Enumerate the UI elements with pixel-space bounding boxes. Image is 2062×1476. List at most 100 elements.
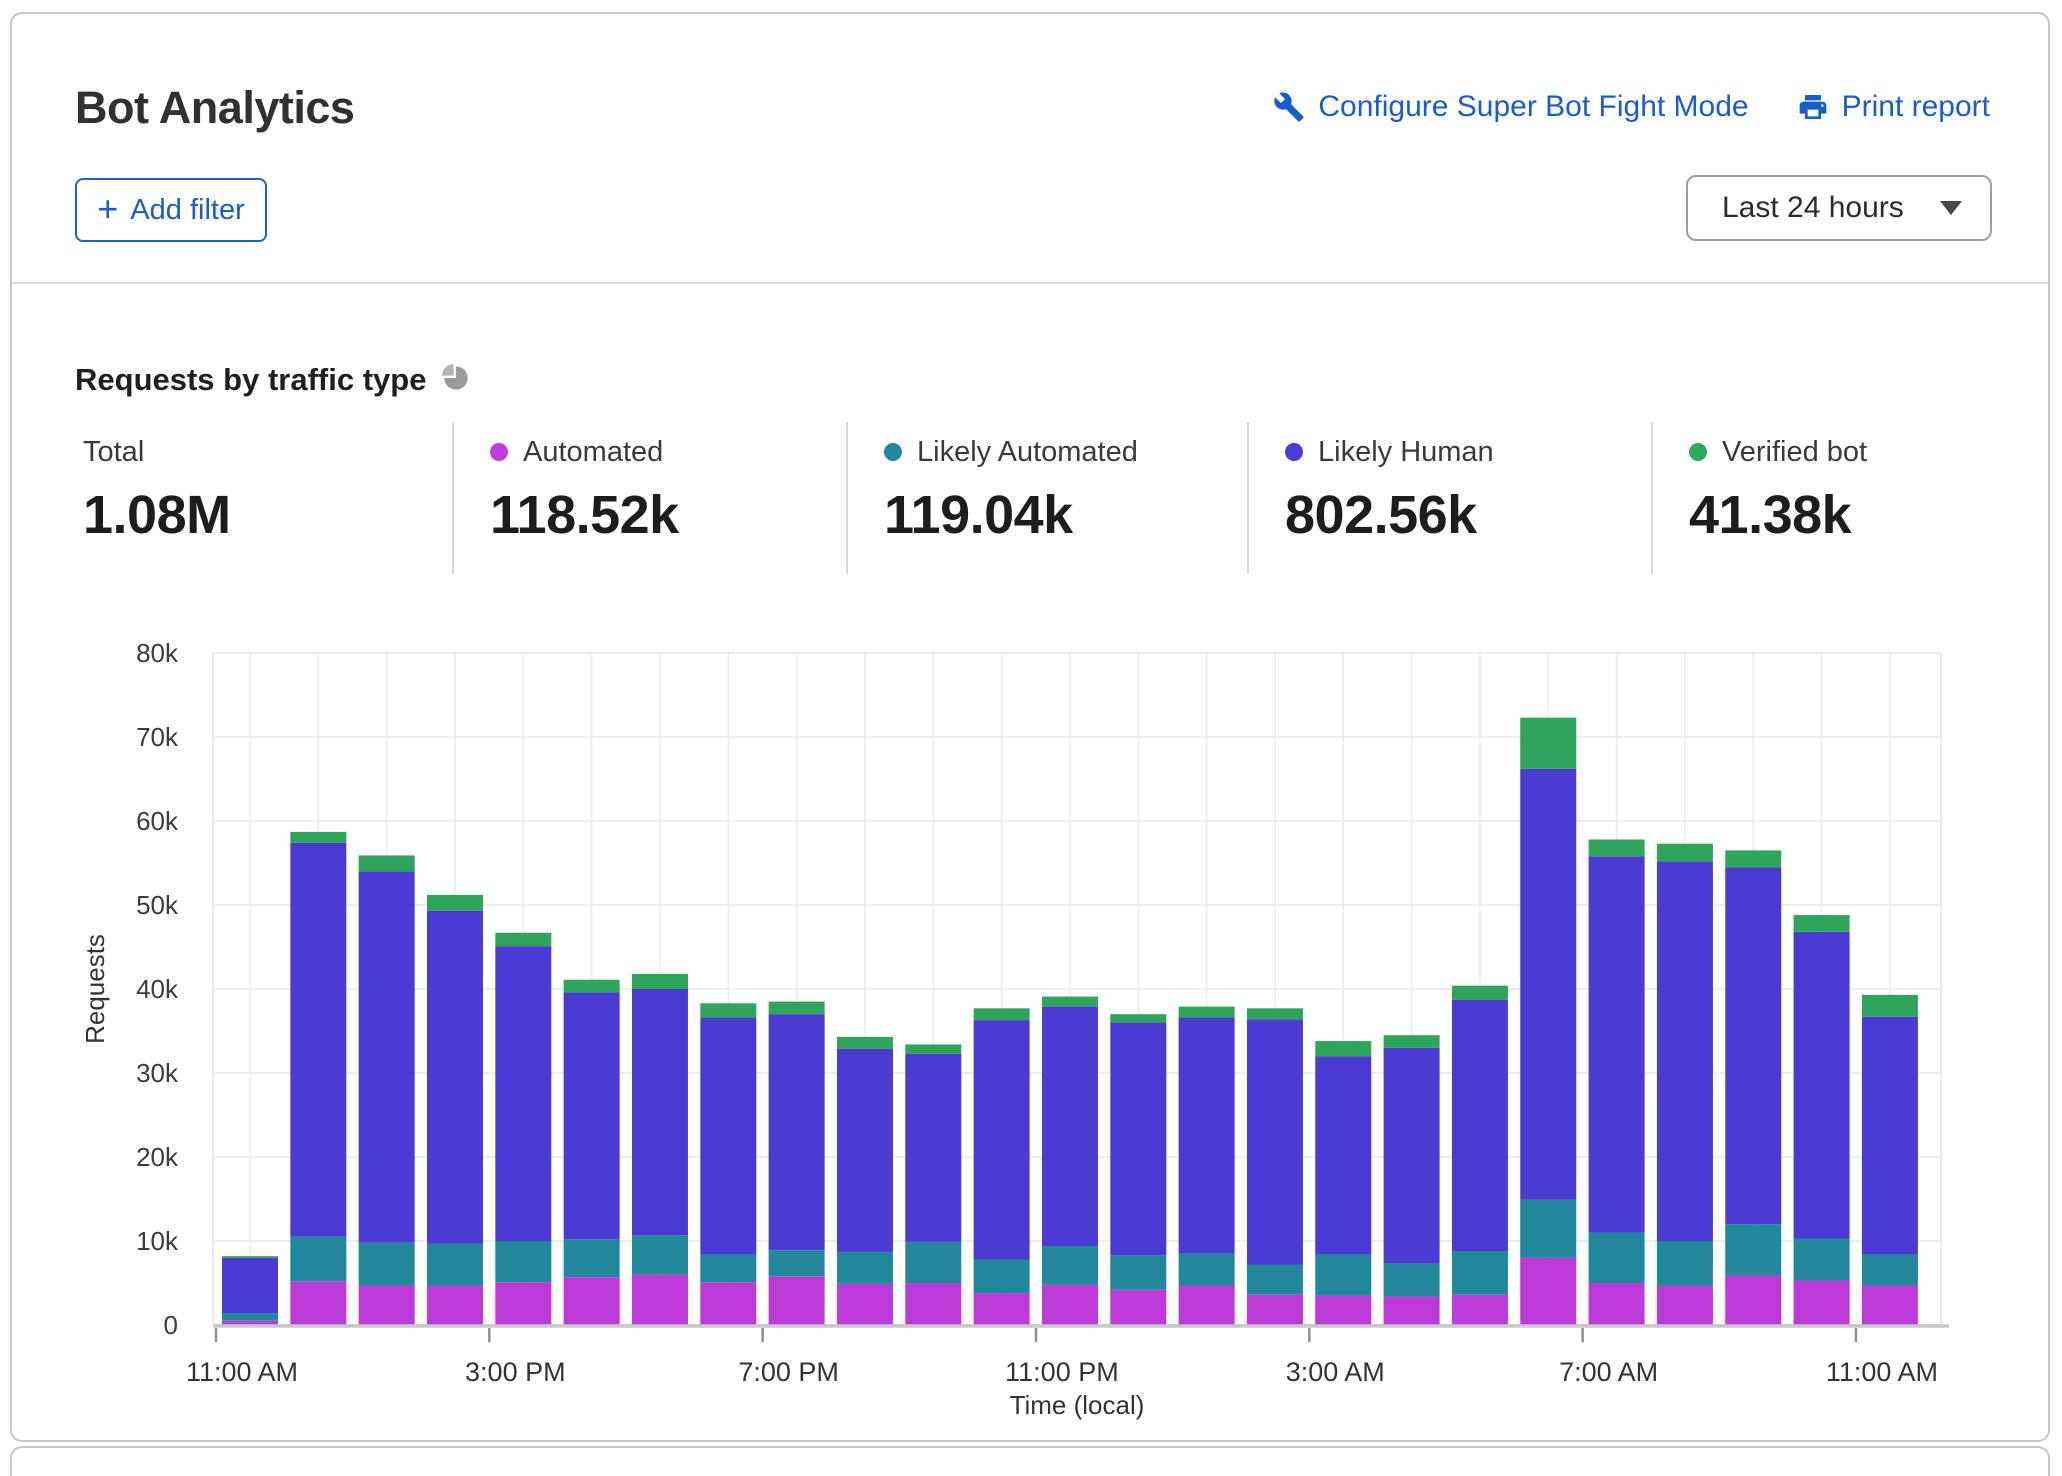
bar-segment[interactable] (1452, 1295, 1508, 1325)
bar-segment[interactable] (1725, 1275, 1781, 1325)
bar-segment[interactable] (700, 1282, 756, 1325)
bar-segment[interactable] (359, 1243, 415, 1286)
bar-segment[interactable] (1315, 1041, 1371, 1056)
bar-segment[interactable] (1862, 1254, 1918, 1285)
bar-segment[interactable] (700, 1254, 756, 1282)
bar-segment[interactable] (1042, 1007, 1098, 1246)
bar-segment[interactable] (1589, 839, 1645, 856)
bar-segment[interactable] (632, 989, 688, 1235)
bar-segment[interactable] (1657, 1241, 1713, 1286)
bar-segment[interactable] (222, 1313, 278, 1321)
bar-segment[interactable] (1247, 1295, 1303, 1325)
bar-segment[interactable] (905, 1242, 961, 1283)
bar-segment[interactable] (290, 843, 346, 1237)
bar-segment[interactable] (1589, 856, 1645, 1232)
bar-segment[interactable] (1657, 861, 1713, 1241)
bar-segment[interactable] (495, 933, 551, 946)
time-range-select[interactable]: Last 24 hours (1686, 175, 1992, 241)
bar-segment[interactable] (222, 1256, 278, 1258)
bar-segment[interactable] (1589, 1233, 1645, 1283)
bar-segment[interactable] (1384, 1035, 1440, 1048)
bar-segment[interactable] (632, 1235, 688, 1274)
bar-segment[interactable] (290, 1237, 346, 1282)
bar-segment[interactable] (1589, 1283, 1645, 1325)
bar-segment[interactable] (1384, 1264, 1440, 1297)
bar-segment[interactable] (632, 974, 688, 989)
bar-segment[interactable] (427, 1286, 483, 1325)
bar-segment[interactable] (427, 895, 483, 911)
bar-segment[interactable] (1315, 1056, 1371, 1254)
bar-segment[interactable] (974, 1259, 1030, 1293)
bar-segment[interactable] (1110, 1255, 1166, 1289)
bar-segment[interactable] (700, 1003, 756, 1017)
bar-segment[interactable] (1179, 1018, 1235, 1254)
bar-segment[interactable] (1179, 1007, 1235, 1018)
configure-super-bot-fight-mode-link[interactable]: Configure Super Bot Fight Mode (1273, 90, 1748, 124)
bar-segment[interactable] (1110, 1023, 1166, 1256)
bar-segment[interactable] (1520, 718, 1576, 769)
bar-segment[interactable] (359, 855, 415, 871)
bar-segment[interactable] (290, 832, 346, 843)
bar-segment[interactable] (1725, 867, 1781, 1224)
bar-segment[interactable] (495, 946, 551, 1241)
bar-segment[interactable] (974, 1293, 1030, 1325)
bar-segment[interactable] (564, 1277, 620, 1325)
bar-segment[interactable] (1110, 1014, 1166, 1022)
bar-segment[interactable] (974, 1008, 1030, 1020)
bar-segment[interactable] (905, 1054, 961, 1242)
bar-segment[interactable] (1042, 997, 1098, 1007)
bar-segment[interactable] (1520, 1200, 1576, 1258)
bar-segment[interactable] (1247, 1019, 1303, 1264)
bar-segment[interactable] (905, 1044, 961, 1053)
bar-segment[interactable] (769, 1014, 825, 1250)
bar-segment[interactable] (1520, 769, 1576, 1200)
bar-segment[interactable] (700, 1018, 756, 1255)
bar-segment[interactable] (632, 1275, 688, 1325)
bar-segment[interactable] (1794, 1238, 1850, 1280)
bar-segment[interactable] (769, 1002, 825, 1015)
bar-segment[interactable] (1042, 1285, 1098, 1325)
bar-segment[interactable] (1384, 1296, 1440, 1325)
bar-segment[interactable] (564, 980, 620, 993)
bar-segment[interactable] (1862, 995, 1918, 1017)
bar-segment[interactable] (1247, 1265, 1303, 1295)
bar-segment[interactable] (1247, 1008, 1303, 1019)
bar-segment[interactable] (1657, 844, 1713, 862)
bar-segment[interactable] (974, 1020, 1030, 1259)
bar-segment[interactable] (1042, 1246, 1098, 1285)
bar-segment[interactable] (1520, 1258, 1576, 1325)
bar-segment[interactable] (359, 1286, 415, 1325)
bar-segment[interactable] (564, 1239, 620, 1277)
bar-segment[interactable] (495, 1241, 551, 1282)
bar-segment[interactable] (1179, 1286, 1235, 1325)
bar-segment[interactable] (1452, 986, 1508, 1000)
bar-segment[interactable] (1794, 932, 1850, 1239)
bar-segment[interactable] (1110, 1290, 1166, 1325)
bar-segment[interactable] (359, 871, 415, 1242)
bar-segment[interactable] (769, 1250, 825, 1276)
bar-segment[interactable] (1794, 915, 1850, 932)
bar-segment[interactable] (1452, 1000, 1508, 1251)
stacked-bar-chart[interactable]: 010k20k30k40k50k60k70k80k11:00 AM3:00 PM… (12, 594, 2052, 1440)
add-filter-button[interactable]: + Add filter (75, 178, 267, 242)
bar-segment[interactable] (1452, 1251, 1508, 1295)
bar-segment[interactable] (1862, 1017, 1918, 1255)
bar-segment[interactable] (1315, 1254, 1371, 1295)
bar-segment[interactable] (837, 1284, 893, 1325)
print-report-link[interactable]: Print report (1797, 90, 1990, 124)
bar-segment[interactable] (427, 1244, 483, 1286)
bar-segment[interactable] (1315, 1296, 1371, 1325)
bar-segment[interactable] (1384, 1048, 1440, 1264)
bar-segment[interactable] (1794, 1280, 1850, 1325)
bar-segment[interactable] (427, 911, 483, 1244)
bar-segment[interactable] (495, 1282, 551, 1325)
bar-segment[interactable] (290, 1281, 346, 1325)
bar-segment[interactable] (837, 1252, 893, 1284)
bar-segment[interactable] (837, 1037, 893, 1049)
bar-segment[interactable] (1657, 1286, 1713, 1325)
bar-segment[interactable] (564, 992, 620, 1239)
bar-segment[interactable] (905, 1283, 961, 1325)
bar-segment[interactable] (1725, 1224, 1781, 1275)
bar-segment[interactable] (1725, 850, 1781, 867)
bar-segment[interactable] (222, 1258, 278, 1313)
